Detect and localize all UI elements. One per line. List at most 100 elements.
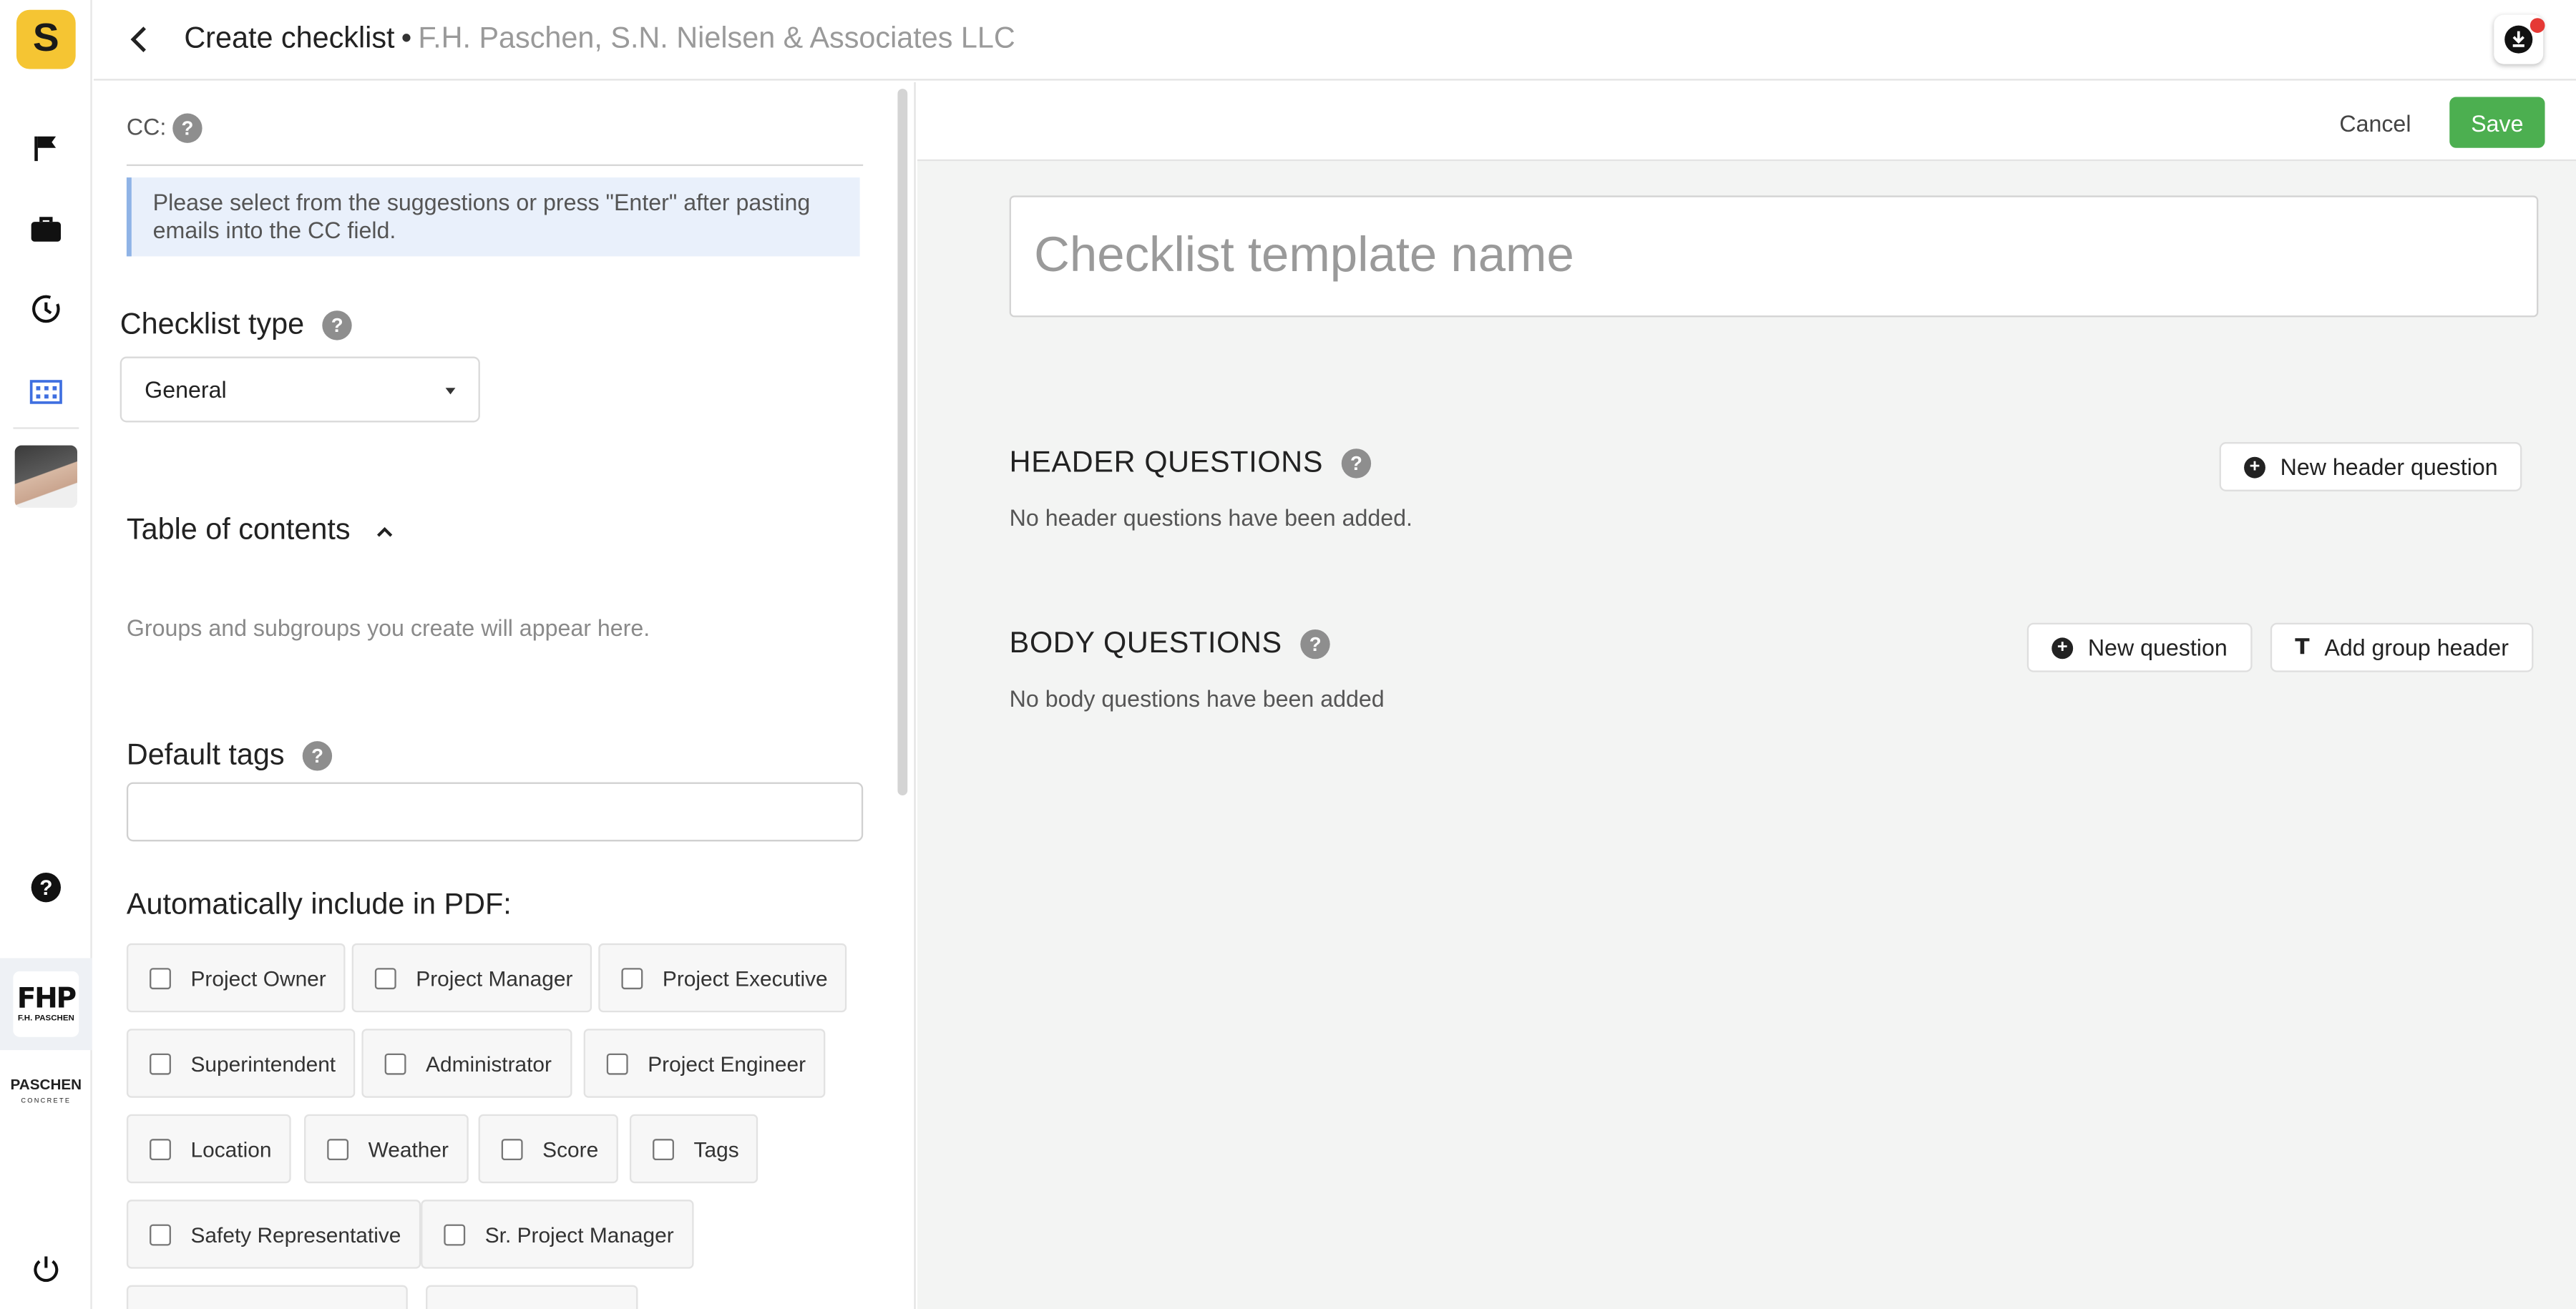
company-switcher-paschen[interactable]: PASCHEN CONCRETE xyxy=(10,1077,82,1107)
checklist-type-label: Checklist type xyxy=(119,307,305,340)
checkbox[interactable] xyxy=(621,967,643,989)
power-icon[interactable] xyxy=(26,1249,66,1288)
caret-down-icon xyxy=(445,388,456,395)
checkbox[interactable] xyxy=(606,1052,628,1074)
top-bar: Create checklist • F.H. Paschen, S.N. Niel… xyxy=(93,0,2576,81)
help-icon[interactable]: ? xyxy=(322,310,352,341)
help-icon[interactable]: ? xyxy=(302,741,333,772)
checkbox[interactable] xyxy=(150,1223,171,1245)
left-rail: S ? FHP F.H. PASCHEN PASCHEN CONCRETE xyxy=(0,0,92,1309)
downloads-button[interactable] xyxy=(2494,14,2545,64)
pdf-option-superintendent[interactable]: Superintendent xyxy=(126,1029,356,1098)
plus-circle-icon: + xyxy=(2244,456,2265,478)
save-button[interactable]: Save xyxy=(2449,97,2545,148)
checkbox[interactable] xyxy=(150,967,171,989)
pdf-option-project-executive[interactable]: Project Executive xyxy=(598,943,848,1013)
pdf-option-administrator[interactable]: Administrator xyxy=(361,1029,572,1098)
fhp-logo: FHP F.H. PASCHEN xyxy=(13,971,79,1037)
pdf-option-label: Project Executive xyxy=(662,965,828,991)
checkbox[interactable] xyxy=(374,967,396,989)
pdf-option-weather[interactable]: Weather xyxy=(304,1114,469,1184)
cancel-button[interactable]: Cancel xyxy=(2316,99,2434,148)
new-header-question-button[interactable]: + New header question xyxy=(2219,442,2523,491)
pdf-option-project-owner[interactable]: Project Owner xyxy=(126,943,346,1013)
settings-scrollbar[interactable] xyxy=(897,89,908,795)
checkbox[interactable] xyxy=(444,1223,466,1245)
help-icon[interactable]: ? xyxy=(1342,448,1372,479)
cc-input[interactable] xyxy=(126,164,864,167)
fhp-logo-text: F.H. PASCHEN xyxy=(17,1014,74,1024)
plus-circle-icon: + xyxy=(2051,637,2074,659)
app-logo-letter: S xyxy=(32,16,59,62)
pdf-option-label: Tags xyxy=(693,1136,739,1162)
pdf-option-score[interactable]: Score xyxy=(478,1114,618,1184)
pdf-option-sr-project-manager[interactable]: Sr. Project Manager xyxy=(421,1200,694,1269)
checklist-type-select[interactable]: General xyxy=(119,356,480,423)
back-arrow-icon[interactable] xyxy=(120,20,160,59)
briefcase-icon[interactable] xyxy=(26,209,66,248)
svg-text:?: ? xyxy=(39,876,52,900)
body-questions-title: BODY QUESTIONS xyxy=(1009,626,1282,660)
company-switcher-fhp[interactable]: FHP F.H. PASCHEN xyxy=(0,958,92,1051)
checkbox[interactable] xyxy=(384,1052,406,1074)
checkbox[interactable] xyxy=(653,1138,674,1160)
add-group-header-label: Add group header xyxy=(2324,634,2509,661)
pdf-option-label: Sr. Project Manager xyxy=(484,1222,674,1247)
header-questions-title: HEADER QUESTIONS xyxy=(1009,445,1324,479)
building-icon[interactable] xyxy=(26,370,66,409)
checkbox[interactable] xyxy=(150,1052,171,1074)
pdf-option-project-manager[interactable]: Project Manager xyxy=(351,943,592,1013)
pdf-option-tags[interactable]: Tags xyxy=(629,1114,759,1184)
toc-heading[interactable]: Table of contents xyxy=(127,513,395,547)
pdf-option-partial[interactable] xyxy=(426,1285,638,1309)
app-logo[interactable]: S xyxy=(16,9,76,69)
checklist-type-heading: Checklist type ? xyxy=(120,308,352,342)
pdf-option-location[interactable]: Location xyxy=(126,1114,292,1184)
help-icon[interactable]: ? xyxy=(1300,629,1331,660)
flag-icon[interactable] xyxy=(26,128,66,167)
help-circle-icon[interactable]: ? xyxy=(26,868,66,907)
cc-info-message: Please select from the suggestions or pr… xyxy=(126,177,860,257)
page-title: Create checklist • F.H. Paschen, S.N. Niel… xyxy=(184,21,1015,56)
pdf-option-label: Administrator xyxy=(426,1051,552,1076)
checklist-builder: Cancel Save Checklist template name HEAD… xyxy=(917,82,2576,1309)
checkbox[interactable] xyxy=(150,1138,171,1160)
app-root: S ? FHP F.H. PASCHEN PASCHEN CONCRETE Cr… xyxy=(0,0,2576,1309)
pdf-option-label: Location xyxy=(190,1136,272,1162)
default-tags-label: Default tags xyxy=(126,737,285,771)
checkbox[interactable] xyxy=(327,1138,349,1160)
help-icon[interactable]: ? xyxy=(172,114,203,144)
default-tags-input[interactable] xyxy=(126,782,864,842)
chevron-up-icon xyxy=(377,527,393,538)
pdf-option-partial[interactable] xyxy=(126,1285,408,1309)
pdf-option-safety-representative[interactable]: Safety Representative xyxy=(126,1200,421,1269)
action-bar: Cancel Save xyxy=(917,82,2576,162)
pdf-option-label: Score xyxy=(542,1136,599,1162)
template-name-placeholder: Checklist template name xyxy=(1034,228,1574,283)
toc-empty-hint: Groups and subgroups you create will app… xyxy=(126,614,650,642)
avatar[interactable] xyxy=(14,445,77,508)
checklist-type-value: General xyxy=(145,376,227,403)
default-tags-heading: Default tags ? xyxy=(126,737,333,773)
download-icon xyxy=(2504,25,2533,54)
title-separator: • xyxy=(401,21,412,54)
template-name-input[interactable]: Checklist template name xyxy=(1009,195,2539,318)
text-heading-icon: T xyxy=(2295,634,2310,660)
checkbox[interactable] xyxy=(501,1138,523,1160)
toc-label: Table of contents xyxy=(126,512,351,546)
pdf-include-heading: Automatically include in PDF: xyxy=(126,887,512,921)
organization-name: F.H. Paschen, S.N. Nielsen & Associates … xyxy=(418,21,1015,54)
new-header-question-label: New header question xyxy=(2280,454,2498,480)
pdf-option-label: Project Engineer xyxy=(648,1051,806,1076)
cc-field-label: CC: ? xyxy=(127,114,203,144)
header-questions-heading: HEADER QUESTIONS ? xyxy=(1010,446,1372,480)
history-icon[interactable] xyxy=(26,289,66,328)
pdf-option-project-engineer[interactable]: Project Engineer xyxy=(583,1029,826,1098)
pdf-option-label: Project Manager xyxy=(416,965,573,991)
new-question-button[interactable]: + New question xyxy=(2026,622,2253,672)
add-group-header-button[interactable]: T Add group header xyxy=(2270,622,2534,672)
pdf-option-label: Safety Representative xyxy=(190,1222,401,1247)
header-questions-empty: No header questions have been added. xyxy=(1009,504,1413,531)
fhp-logo-mark: FHP xyxy=(16,982,77,1016)
paschen-logo-sub: CONCRETE xyxy=(21,1096,72,1104)
